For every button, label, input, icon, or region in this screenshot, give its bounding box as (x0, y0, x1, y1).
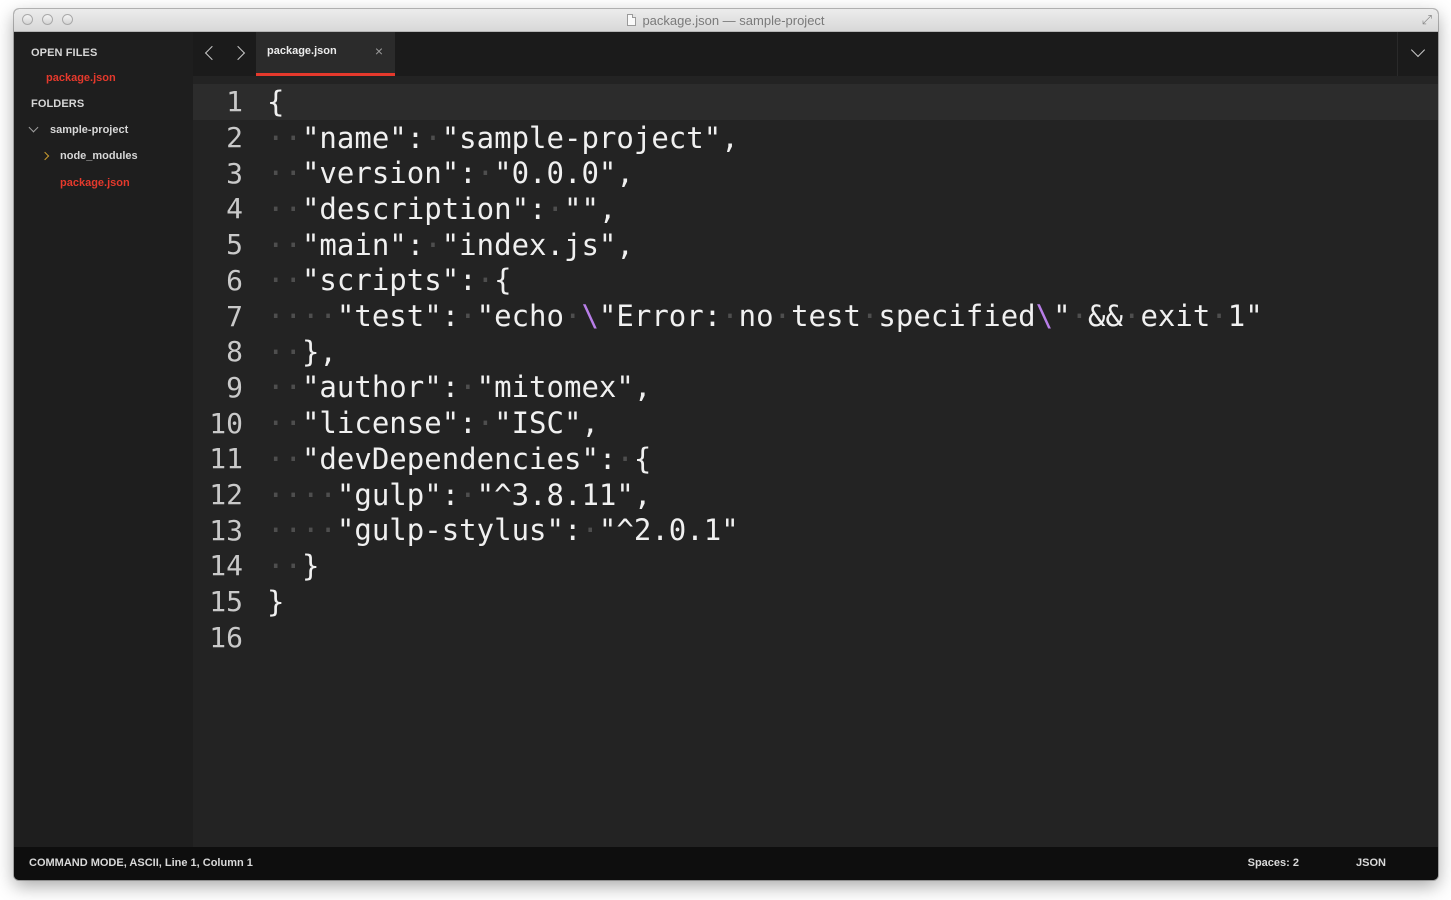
code-line[interactable]: 6 ··"scripts":·{ (193, 263, 1438, 299)
sidebar: OPEN FILES package.json FOLDERS sample-p… (14, 32, 193, 847)
folder-sample-project[interactable]: sample-project (50, 124, 128, 136)
code-text: ··"scripts":·{ (267, 263, 512, 298)
window-title-wrap: package.json — sample-project (14, 9, 1438, 31)
status-mode-position: COMMAND MODE, ASCII, Line 1, Column 1 (29, 857, 253, 869)
line-number: 3 (226, 156, 243, 190)
code-line[interactable]: 9 ··"author":·"mitomex", (193, 370, 1438, 406)
folders-header: FOLDERS (31, 98, 85, 110)
folder-node-modules[interactable]: node_modules (60, 150, 138, 162)
code-line[interactable]: 12 ····"gulp":·"^3.8.11", (193, 477, 1438, 513)
tab-package-json[interactable]: package.json × (256, 32, 395, 76)
code-line[interactable]: 11 ··"devDependencies":·{ (193, 441, 1438, 477)
status-bar: COMMAND MODE, ASCII, Line 1, Column 1 Sp… (14, 847, 1438, 880)
line-number: 16 (209, 620, 243, 654)
code-line[interactable]: 5 ··"main":·"index.js", (193, 227, 1438, 263)
file-package-json[interactable]: package.json (60, 177, 130, 189)
editor-window: package.json — sample-project ⤢ OPEN FIL… (14, 9, 1438, 880)
code-line[interactable]: 15} (193, 584, 1438, 620)
code-line[interactable]: 1{ (193, 84, 1438, 120)
line-number: 11 (209, 442, 243, 476)
line-number: 13 (209, 513, 243, 547)
line-number: 4 (226, 192, 243, 226)
code-line[interactable]: 7 ····"test":·"echo·\"Error:·no·test·spec… (193, 298, 1438, 334)
code-text: ··"name":·"sample-project", (267, 120, 739, 155)
line-number: 12 (209, 478, 243, 512)
fullscreen-icon[interactable]: ⤢ (1422, 12, 1432, 28)
code-text: ····"test":·"echo·\"Error:·no·test·speci… (267, 299, 1263, 334)
code-text: ··"author":·"mitomex", (267, 370, 652, 405)
code-line[interactable]: 16 (193, 620, 1438, 656)
line-number: 10 (209, 406, 243, 440)
tab-bar: package.json × (193, 32, 1438, 76)
code-text: ··"version":·"0.0.0", (267, 156, 634, 191)
tab-dropdown-button[interactable] (1397, 32, 1438, 76)
forward-arrow-icon[interactable] (230, 45, 246, 61)
code-text: ····"gulp":·"^3.8.11", (267, 477, 652, 512)
line-number: 1 (226, 85, 243, 119)
status-syntax[interactable]: JSON (1356, 857, 1386, 869)
code-text: ··"main":·"index.js", (267, 227, 634, 262)
code-line[interactable]: 2 ··"name":·"sample-project", (193, 120, 1438, 156)
chevron-down-icon[interactable] (28, 122, 39, 133)
open-file-package-json[interactable]: package.json (46, 72, 116, 84)
code-line[interactable]: 10 ··"license":·"ISC", (193, 405, 1438, 441)
back-arrow-icon[interactable] (204, 45, 220, 61)
code-text: ··} (267, 548, 320, 583)
code-line[interactable]: 14 ··} (193, 548, 1438, 584)
window-title: package.json — sample-project (642, 12, 825, 28)
chevron-right-icon[interactable] (40, 151, 50, 161)
code-text: ··"devDependencies":·{ (267, 441, 652, 476)
code-line[interactable]: 8 ··}, (193, 334, 1438, 370)
line-number: 15 (209, 585, 243, 619)
code-text: { (267, 84, 285, 119)
line-number: 8 (226, 335, 243, 369)
chevron-down-icon (1410, 42, 1426, 58)
line-number: 14 (209, 549, 243, 583)
code-line[interactable]: 3 ··"version":·"0.0.0", (193, 155, 1438, 191)
line-number: 9 (226, 370, 243, 404)
line-number: 5 (226, 228, 243, 262)
code-text: } (267, 584, 285, 619)
document-icon (627, 14, 637, 26)
code-text: ··"license":·"ISC", (267, 406, 599, 441)
line-number: 2 (226, 121, 243, 155)
code-line[interactable]: 4 ··"description":·"", (193, 191, 1438, 227)
tab-label: package.json (267, 45, 337, 57)
line-number: 7 (226, 299, 243, 333)
tab-close-icon[interactable]: × (375, 43, 383, 59)
code-line[interactable]: 13 ····"gulp-stylus":·"^2.0.1" (193, 512, 1438, 548)
line-number: 6 (226, 263, 243, 297)
code-editor[interactable]: 1{2 ··"name":·"sample-project", 3 ··"versio… (193, 76, 1438, 847)
status-indentation[interactable]: Spaces: 2 (1248, 857, 1299, 869)
code-text: ··"description":·"", (267, 191, 617, 226)
open-files-header: OPEN FILES (31, 47, 98, 59)
code-text: ··}, (267, 334, 337, 369)
code-text: ····"gulp-stylus":·"^2.0.1" (267, 513, 739, 548)
title-bar: package.json — sample-project ⤢ (14, 9, 1438, 32)
